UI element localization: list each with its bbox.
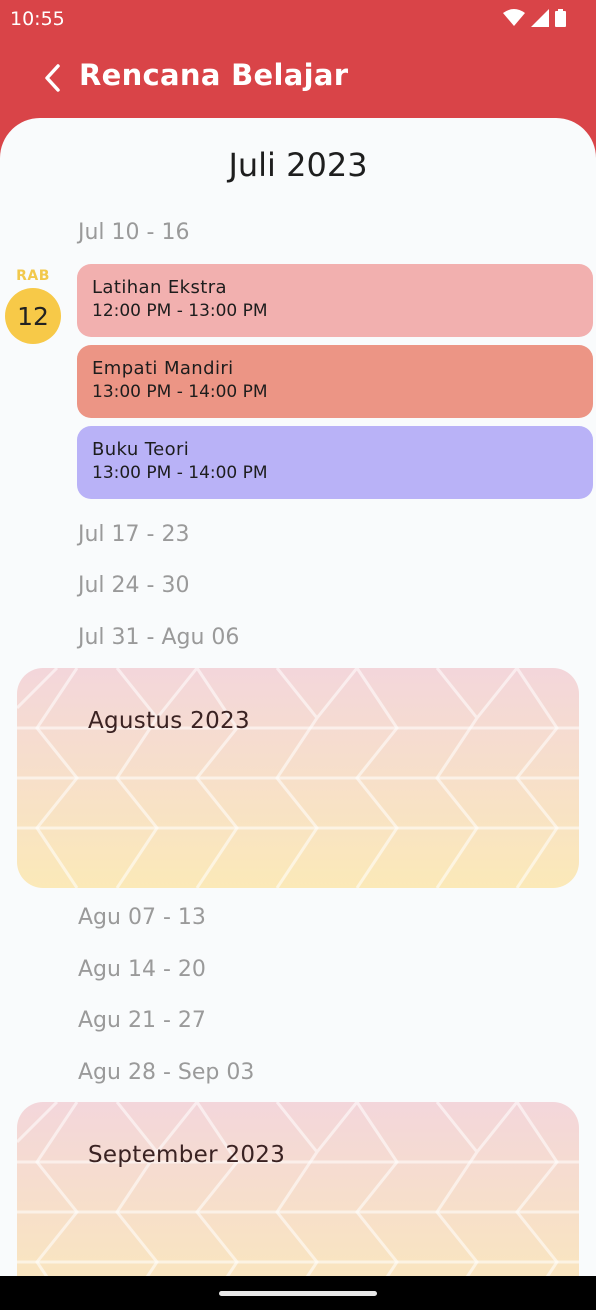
month-banner-august: Agustus 2023 xyxy=(17,668,579,888)
week-label[interactable]: Jul 17 - 23 xyxy=(78,522,189,547)
event-card[interactable]: Latihan Ekstra 12:00 PM - 13:00 PM xyxy=(77,264,593,337)
day-number-badge: 12 xyxy=(5,288,61,344)
event-time: 13:00 PM - 14:00 PM xyxy=(92,382,268,402)
battery-icon xyxy=(555,9,566,27)
app-bar: Rencana Belajar xyxy=(0,40,596,120)
calendar-sheet[interactable]: Juli 2023 Jul 10 - 16 RAB 12 Latihan Eks… xyxy=(0,118,596,1278)
month-title-august: Agustus 2023 xyxy=(88,708,250,734)
week-label[interactable]: Jul 31 - Agu 06 xyxy=(78,625,239,650)
wifi-icon xyxy=(503,9,525,26)
signal-icon xyxy=(531,9,549,27)
event-title: Latihan Ekstra xyxy=(92,277,227,298)
week-label[interactable]: Agu 14 - 20 xyxy=(78,957,206,982)
event-card[interactable]: Empati Mandiri 13:00 PM - 14:00 PM xyxy=(77,345,593,418)
week-label[interactable]: Agu 07 - 13 xyxy=(78,905,206,930)
home-handle[interactable] xyxy=(219,1291,377,1296)
system-nav-bar xyxy=(0,1276,596,1310)
month-title-july: Juli 2023 xyxy=(228,146,368,184)
event-card[interactable]: Buku Teori 13:00 PM - 14:00 PM xyxy=(77,426,593,499)
day-name: RAB xyxy=(16,268,50,284)
status-icons xyxy=(503,9,566,27)
page-title: Rencana Belajar xyxy=(79,58,349,92)
month-title-september: September 2023 xyxy=(88,1142,286,1168)
banner-pattern xyxy=(17,1102,579,1278)
week-label[interactable]: Agu 21 - 27 xyxy=(78,1008,206,1033)
week-label[interactable]: Jul 24 - 30 xyxy=(78,573,189,598)
month-banner-september: September 2023 xyxy=(17,1102,579,1278)
status-time: 10:55 xyxy=(10,8,65,30)
event-time: 13:00 PM - 14:00 PM xyxy=(92,463,268,483)
week-label[interactable]: Agu 28 - Sep 03 xyxy=(78,1060,254,1085)
back-button[interactable] xyxy=(36,58,68,98)
status-bar: 10:55 xyxy=(0,0,596,40)
event-title: Buku Teori xyxy=(92,439,190,460)
day-indicator[interactable]: RAB 12 xyxy=(5,268,61,344)
event-time: 12:00 PM - 13:00 PM xyxy=(92,301,268,321)
banner-pattern xyxy=(17,668,579,888)
chevron-left-icon xyxy=(45,64,60,92)
week-label[interactable]: Jul 10 - 16 xyxy=(78,220,189,245)
event-title: Empati Mandiri xyxy=(92,358,234,379)
